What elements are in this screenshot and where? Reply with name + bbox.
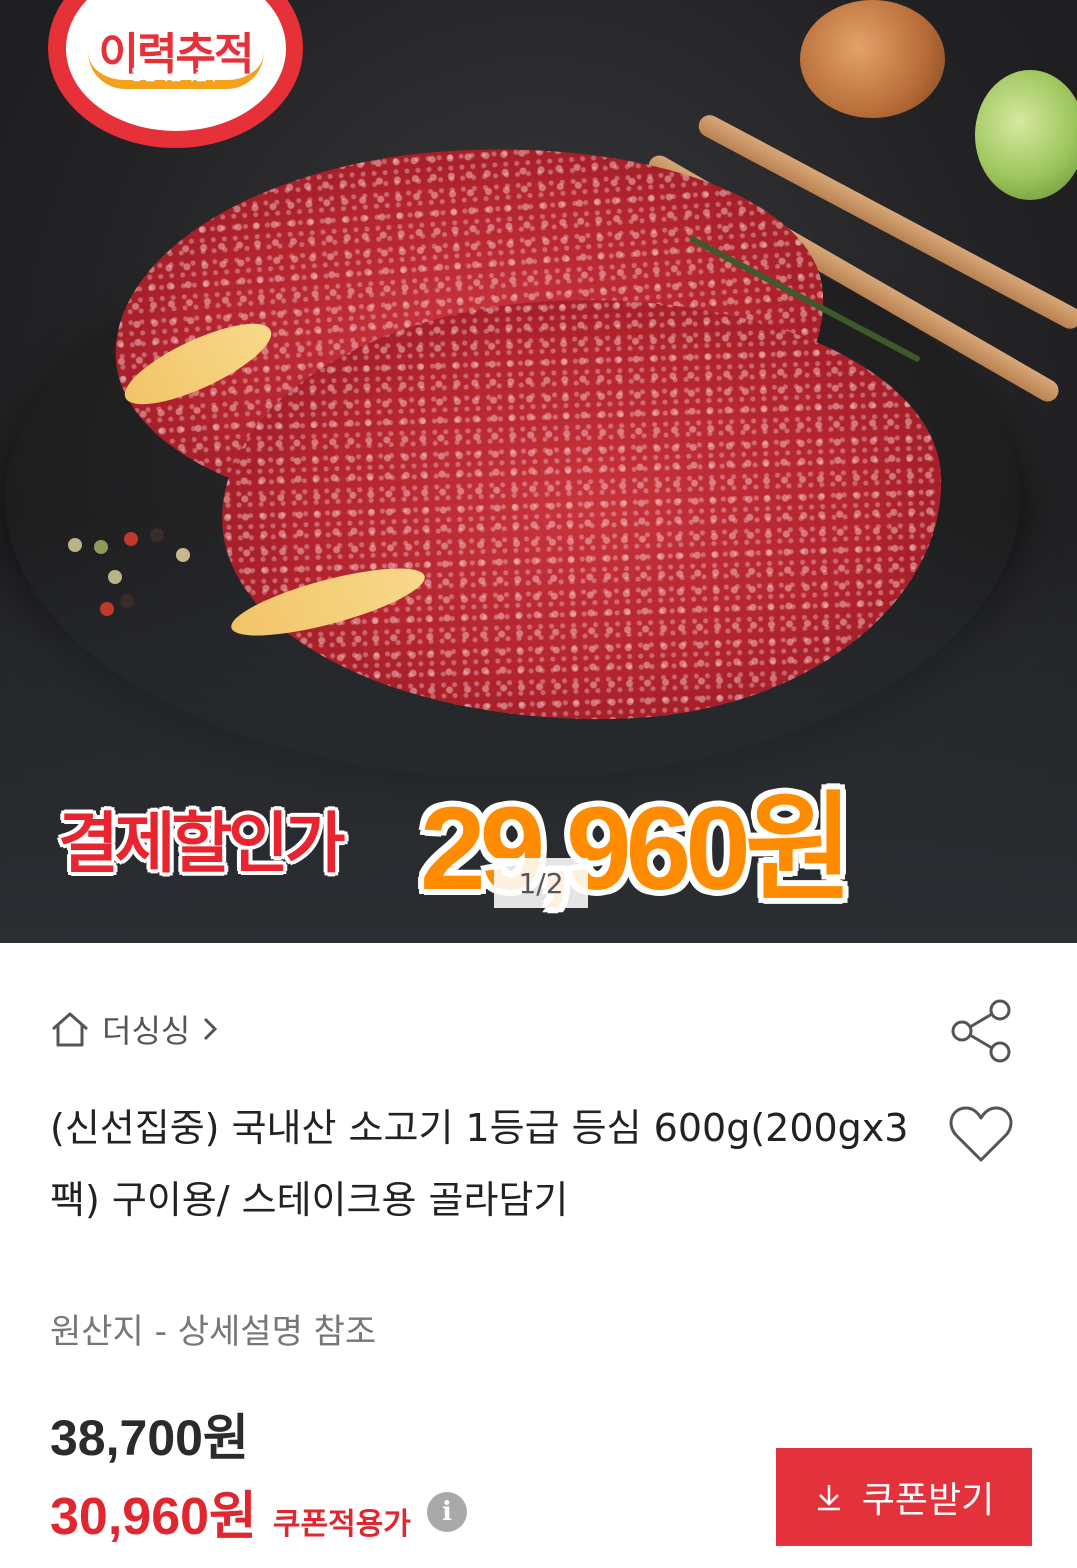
home-icon [50, 1010, 90, 1048]
carousel-pager: 1/2 [494, 858, 588, 908]
share-icon [951, 999, 1011, 1063]
product-title: (신선집중) 국내산 소고기 1등급 등심 600g(200gx3팩) 구이용/… [50, 1106, 909, 1222]
traceability-badge: 이력추적 농림축산식품부 [48, 0, 303, 148]
product-image-carousel[interactable]: 이력추적 농림축산식품부 결제할인가 29,960원 1/2 [0, 0, 1077, 943]
heart-icon [949, 1106, 1013, 1162]
store-link[interactable]: 더싱싱 [50, 1006, 218, 1052]
badge-subtitle: 농림축산식품부 [130, 68, 221, 84]
brussels-sprout-image [975, 70, 1077, 200]
banner-discount-label: 결제할인가 [58, 806, 346, 880]
store-name: 더싱싱 [102, 1012, 191, 1050]
peppercorn-image [100, 602, 114, 616]
product-origin: 원산지 - 상세설명 참조 [50, 1312, 377, 1352]
coupon-download-button[interactable]: 쿠폰받기 [776, 1448, 1032, 1546]
coupon-price-label: 쿠폰적용가 [272, 1507, 411, 1542]
share-button[interactable] [948, 998, 1016, 1064]
coupon-price-row: 30,960원 쿠폰적용가 i [50, 1474, 467, 1549]
coupon-button-label: 쿠폰받기 [861, 1480, 995, 1521]
peppercorn-image [120, 594, 134, 608]
onion-image [800, 0, 945, 118]
banner-discount-price: 29,960원 [420, 783, 853, 915]
peppercorn-image [176, 548, 190, 562]
coupon-price: 30,960원 [50, 1488, 257, 1546]
download-icon [817, 1485, 840, 1511]
peppercorn-image [124, 532, 138, 546]
peppercorn-image [94, 540, 108, 554]
info-icon[interactable]: i [426, 1491, 467, 1532]
like-button[interactable] [948, 1104, 1014, 1164]
chevron-right-icon [202, 1016, 218, 1042]
peppercorn-image [68, 538, 82, 552]
original-price: 38,700원 [50, 1410, 249, 1466]
peppercorn-image [150, 528, 164, 542]
peppercorn-image [108, 570, 122, 584]
